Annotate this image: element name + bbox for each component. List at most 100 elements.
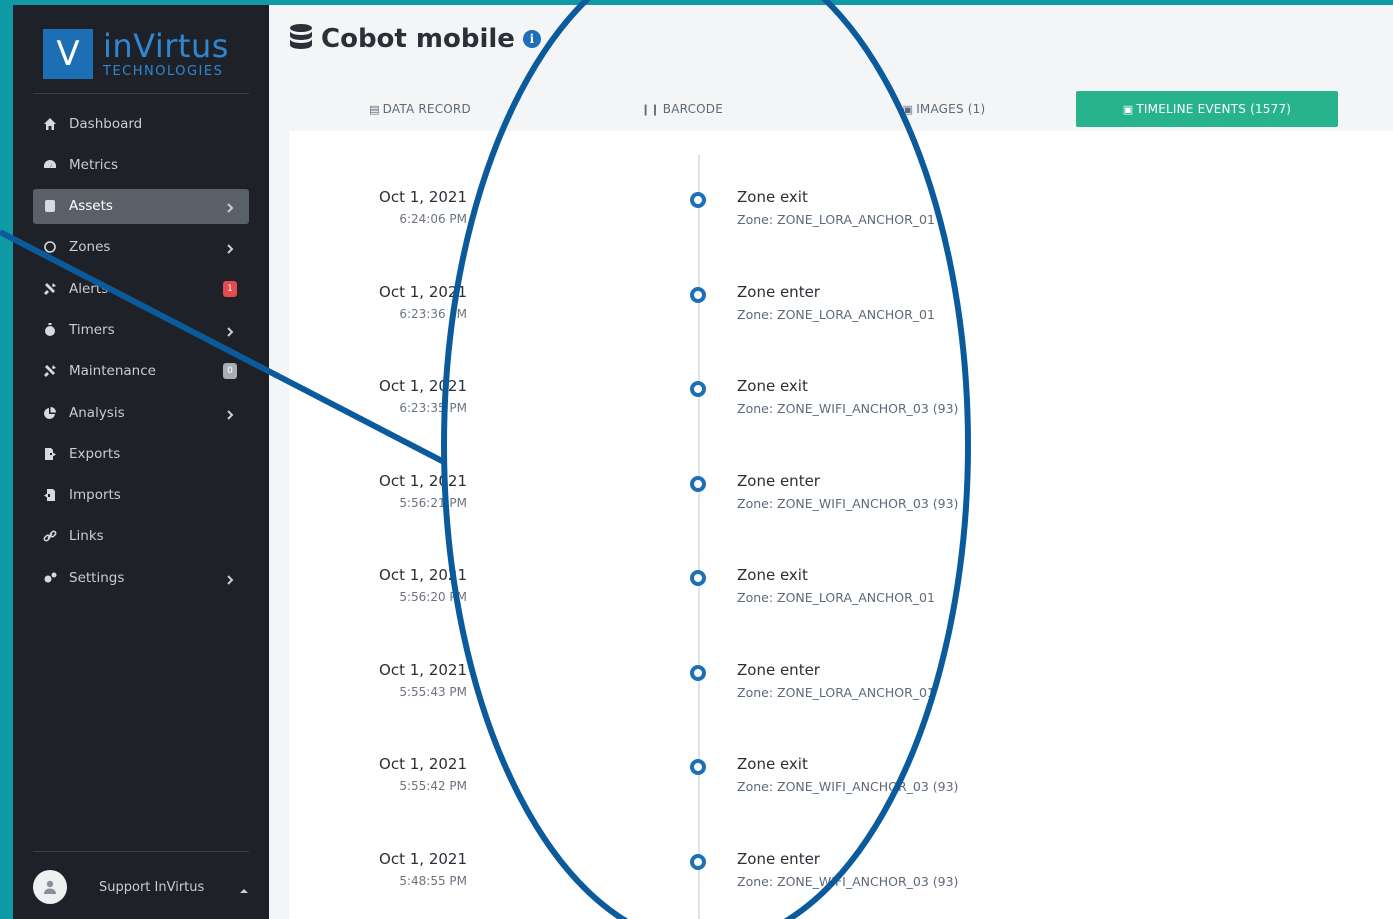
- user-menu[interactable]: Support InVirtus: [33, 867, 249, 907]
- image-icon: ▣: [902, 102, 914, 116]
- avatar: [33, 870, 67, 904]
- event-date: Oct 1, 2021: [379, 377, 467, 395]
- tools-icon: [43, 282, 57, 296]
- event-title: Zone exit: [737, 755, 808, 773]
- event-title: Zone exit: [737, 377, 808, 395]
- app-window: V inVirtus TECHNOLOGIES Dashboard Metrics…: [13, 5, 1393, 919]
- circle-icon: [43, 240, 57, 254]
- brand-logo[interactable]: V inVirtus TECHNOLOGIES: [43, 29, 229, 79]
- sidebar-item-label: Timers: [69, 321, 115, 338]
- chevron-right-icon: [225, 408, 235, 420]
- sidebar-item-label: Imports: [69, 487, 121, 504]
- stopwatch-icon: [43, 322, 57, 337]
- sidebar-divider: [33, 93, 249, 94]
- sidebar-item-analysis[interactable]: Analysis: [33, 395, 249, 430]
- sidebar-item-label: Analysis: [69, 404, 125, 421]
- timeline-event[interactable]: Oct 1, 2021 5:55:42 PM Zone exit Zone: ZONE…: [289, 755, 1189, 815]
- sidebar-item-label: Dashboard: [69, 115, 143, 132]
- event-title: Zone enter: [737, 660, 820, 679]
- timeline-event[interactable]: Oct 1, 2021 5:56:20 PM Zone exit Zone: ZONE…: [289, 566, 1189, 626]
- event-date: Oct 1, 2021: [379, 471, 467, 490]
- event-description: Zone: ZONE_WIFI_ANCHOR_03 (93): [737, 401, 959, 416]
- sidebar-item-label: Exports: [69, 445, 121, 462]
- calendar-icon: ▣: [1122, 102, 1134, 116]
- chevron-right-icon: [225, 573, 235, 585]
- brand-name: inVirtus: [103, 26, 229, 65]
- timeline-card: Oct 1, 2021 6:24:06 PM Zone exit Zone: ZONE…: [289, 131, 1393, 919]
- event-description: Zone: ZONE_LORA_ANCHOR_01: [737, 306, 935, 322]
- sidebar-item-label: Zones: [69, 239, 111, 256]
- chevron-right-icon: [225, 325, 235, 337]
- sidebar-item-zones[interactable]: Zones: [33, 230, 249, 265]
- event-time: 6:23:36 PM: [399, 306, 467, 321]
- event-time: 6:23:35 PM: [399, 401, 467, 415]
- timeline-dot-icon: [690, 853, 706, 870]
- logo-mark: V: [43, 29, 93, 79]
- event-description: Zone: ZONE_LORA_ANCHOR_01: [737, 212, 935, 227]
- database-icon: [43, 199, 57, 213]
- sidebar-item-label: Alerts: [69, 280, 109, 297]
- sidebar-item-label: Assets: [69, 198, 113, 215]
- event-title: Zone enter: [737, 471, 820, 490]
- event-time: 5:56:21 PM: [399, 495, 467, 510]
- event-time: 5:48:55 PM: [399, 873, 467, 888]
- main-content: Cobot mobile i ▤ DATA RECORD ❙❙ BARCODE ▣ I…: [269, 5, 1393, 919]
- sidebar: V inVirtus TECHNOLOGIES Dashboard Metrics…: [13, 5, 269, 919]
- sidebar-item-alerts[interactable]: Alerts 1: [33, 271, 249, 306]
- sidebar-nav: Dashboard Metrics Assets Zones Alerts 1 Timers…: [33, 106, 249, 602]
- event-date: Oct 1, 2021: [379, 566, 467, 584]
- sidebar-divider: [33, 851, 249, 852]
- page-header: Cobot mobile i: [289, 23, 541, 55]
- sidebar-item-timers[interactable]: Timers: [33, 312, 249, 347]
- timeline-dot-icon: [690, 570, 706, 586]
- timeline-event[interactable]: Oct 1, 2021 5:55:43 PM Zone enter Zone: ZON…: [289, 661, 1189, 721]
- database-icon: [289, 23, 313, 55]
- file-import-icon: [43, 488, 57, 502]
- sidebar-item-imports[interactable]: Imports: [33, 478, 249, 513]
- page-title: Cobot mobile: [321, 24, 515, 54]
- timeline-event[interactable]: Oct 1, 2021 5:56:21 PM Zone enter Zone: ZON…: [289, 472, 1189, 532]
- timeline-dot-icon: [690, 475, 706, 492]
- event-title: Zone exit: [737, 566, 808, 584]
- event-date: Oct 1, 2021: [379, 660, 467, 679]
- user-name: Support InVirtus: [99, 879, 205, 895]
- timeline-event[interactable]: Oct 1, 2021 6:24:06 PM Zone exit Zone: ZONE…: [289, 188, 1189, 248]
- tab-timeline-events[interactable]: ▣ TIMELINE EVENTS (1577): [1076, 91, 1338, 127]
- sidebar-item-maintenance[interactable]: Maintenance 0: [33, 354, 249, 389]
- timeline-event[interactable]: Oct 1, 2021 6:23:36 PM Zone enter Zone: ZON…: [289, 283, 1189, 343]
- event-description: Zone: ZONE_WIFI_ANCHOR_03 (93): [737, 495, 959, 511]
- event-time: 6:24:06 PM: [399, 212, 467, 226]
- chevron-right-icon: [225, 242, 235, 255]
- event-description: Zone: ZONE_WIFI_ANCHOR_03 (93): [737, 873, 959, 889]
- event-date: Oct 1, 2021: [379, 849, 467, 868]
- timeline-event[interactable]: Oct 1, 2021 6:23:35 PM Zone exit Zone: ZONE…: [289, 377, 1189, 437]
- info-icon[interactable]: i: [522, 30, 541, 48]
- event-date: Oct 1, 2021: [379, 188, 467, 206]
- gauge-icon: [43, 158, 57, 172]
- event-title: Zone enter: [737, 282, 820, 301]
- event-description: Zone: ZONE_LORA_ANCHOR_01: [737, 590, 935, 605]
- sidebar-item-metrics[interactable]: Metrics: [33, 147, 249, 182]
- timeline-event[interactable]: Oct 1, 2021 5:48:55 PM Zone enter Zone: ZON…: [289, 850, 1189, 910]
- event-time: 5:55:43 PM: [399, 684, 467, 699]
- cogs-icon: [43, 571, 57, 585]
- sidebar-item-assets[interactable]: Assets: [33, 188, 249, 224]
- tab-data-record[interactable]: ▤ DATA RECORD: [289, 91, 551, 127]
- timeline-dot-icon: [690, 192, 706, 208]
- database-icon: ▤: [369, 102, 380, 116]
- tab-images[interactable]: ▣ IMAGES (1): [813, 91, 1075, 127]
- count-badge: 1: [223, 280, 237, 297]
- event-date: Oct 1, 2021: [379, 282, 467, 301]
- sidebar-item-label: Metrics: [69, 156, 119, 173]
- event-date: Oct 1, 2021: [379, 755, 467, 773]
- caret-up-icon[interactable]: [239, 881, 249, 893]
- tab-barcode[interactable]: ❙❙ BARCODE: [551, 91, 813, 127]
- barcode-icon: ❙❙: [640, 102, 660, 116]
- event-title: Zone enter: [737, 849, 820, 868]
- sidebar-item-links[interactable]: Links: [33, 519, 249, 554]
- sidebar-item-dashboard[interactable]: Dashboard: [33, 106, 249, 141]
- tab-bar: ▤ DATA RECORD ❙❙ BARCODE ▣ IMAGES (1) ▣ TIME…: [289, 91, 1393, 131]
- sidebar-item-exports[interactable]: Exports: [33, 436, 249, 471]
- tools-icon: [43, 364, 57, 378]
- sidebar-item-settings[interactable]: Settings: [33, 560, 249, 595]
